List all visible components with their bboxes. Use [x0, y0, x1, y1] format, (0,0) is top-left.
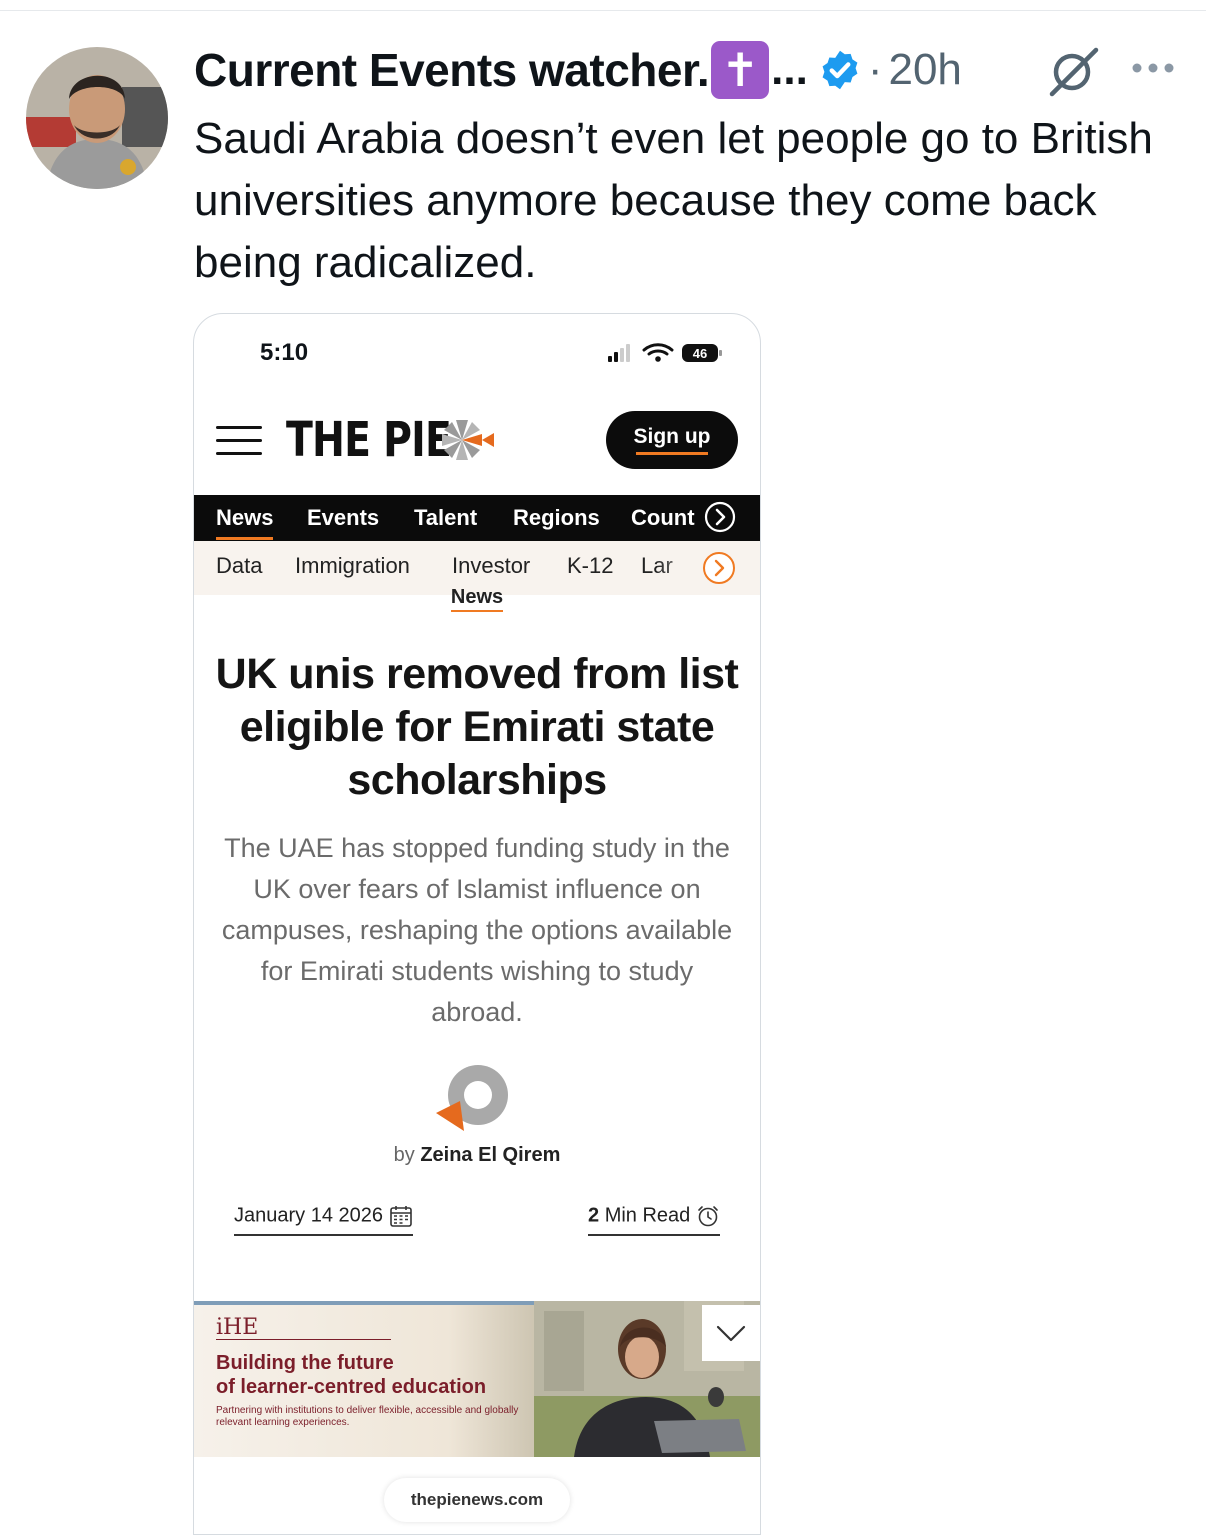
ad-headline: Building the future of learner-centred e… — [216, 1351, 516, 1399]
byline-prefix: by — [393, 1144, 415, 1166]
read-time-number: 2 — [588, 1204, 600, 1227]
avatar[interactable] — [26, 47, 168, 189]
status-time: 5:10 — [260, 339, 309, 366]
hamburger-menu-icon[interactable] — [216, 424, 264, 458]
tweet-text: Saudi Arabia doesn’t even let people go … — [194, 114, 1153, 287]
url-bar[interactable]: thepienews.com — [384, 1478, 570, 1522]
advertisement-banner[interactable]: iHE Building the future of learner-centr… — [194, 1301, 760, 1457]
nav-item-events[interactable]: Events — [307, 505, 379, 531]
subnav-item-data[interactable]: Data — [216, 553, 262, 579]
article-headline: UK unis removed from list eligible for E… — [215, 650, 739, 804]
ad-headline-line-1: Building the future — [216, 1352, 394, 1374]
site-logo[interactable]: THE PIE — [286, 412, 452, 468]
author-name-link[interactable]: Zeina El Qirem — [420, 1144, 560, 1166]
chevron-down-icon — [716, 1325, 746, 1342]
ad-headline-line-2: of learner-centred education — [216, 1376, 487, 1398]
sign-up-button[interactable]: Sign up — [606, 411, 738, 469]
separator-dot: · — [867, 45, 883, 94]
read-time-text: Min Read — [604, 1204, 691, 1227]
status-icons: 46 — [608, 343, 722, 362]
nav-item-countries[interactable]: Count — [631, 505, 695, 531]
publish-date-text: January 14 2026 — [234, 1204, 384, 1227]
article-category[interactable]: News — [194, 586, 760, 612]
read-time: 2 Min Read — [588, 1204, 720, 1236]
attached-image[interactable]: 5:10 46 THE PIE Sign up News Events Tale… — [193, 313, 761, 1535]
alarm-clock-icon — [698, 1206, 718, 1227]
ad-brand-logo: iHE — [216, 1315, 259, 1340]
sign-up-label: Sign up — [633, 425, 711, 448]
divider — [0, 10, 1206, 11]
calendar-icon — [389, 1206, 412, 1227]
grok-icon[interactable] — [1046, 44, 1100, 98]
latin-cross-emoji: ✝ — [711, 41, 770, 99]
author-name[interactable]: Current Events watcher. — [194, 43, 710, 97]
subnav-next-arrow-icon[interactable] — [702, 551, 736, 585]
tweet-timestamp[interactable]: 20h — [888, 45, 961, 95]
article-standfirst: The UAE has stopped funding study in the… — [221, 833, 733, 1027]
publish-date: January 14 2026 — [234, 1204, 413, 1236]
subnav-item-k12[interactable]: K-12 — [567, 553, 613, 579]
ad-body-text: Partnering with institutions to deliver … — [216, 1405, 519, 1428]
author-row: Current Events watcher. ✝ ... · 20h — [194, 38, 962, 102]
verified-badge-icon — [822, 50, 858, 90]
pie-logo-mark-icon — [442, 420, 494, 460]
category-label: News — [450, 586, 504, 612]
nav-next-arrow-icon[interactable] — [704, 501, 736, 533]
ad-brand-rule — [216, 1339, 391, 1340]
battery-level: 46 — [693, 346, 707, 361]
name-truncation: ... — [771, 45, 808, 94]
subnav-item-investor[interactable]: Investor — [452, 553, 530, 579]
main-nav: News Events Talent Regions Count — [194, 495, 760, 541]
more-options-icon[interactable] — [1130, 60, 1176, 76]
subnav-item-immigration[interactable]: Immigration — [295, 553, 410, 579]
nav-item-talent[interactable]: Talent — [414, 505, 477, 531]
nav-item-regions[interactable]: Regions — [513, 505, 600, 531]
byline: by Zeina El Qirem — [194, 1144, 760, 1167]
nav-item-news[interactable]: News — [216, 505, 274, 540]
ad-collapse-button[interactable] — [702, 1305, 760, 1361]
sign-up-underline — [636, 452, 708, 455]
author-avatar-icon[interactable] — [434, 1059, 516, 1141]
